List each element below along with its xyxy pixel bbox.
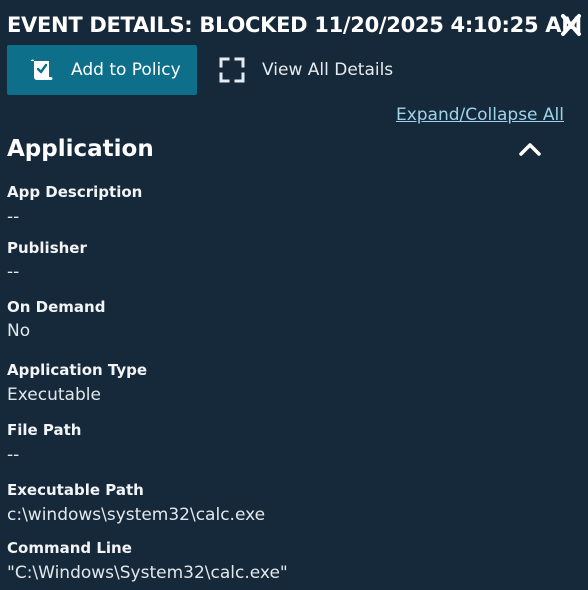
close-button[interactable] <box>560 12 582 38</box>
section-title: Application <box>7 136 154 162</box>
field-label-application-type: Application Type <box>7 361 148 379</box>
field-label-on-demand: On Demand <box>7 298 106 316</box>
event-details-header: EVENT DETAILS: BLOCKED 11/20/2025 4:10:2… <box>7 10 582 40</box>
field-label-app-description: App Description <box>7 183 143 201</box>
add-to-policy-button[interactable]: Add to Policy <box>7 45 197 95</box>
field-value-on-demand: No <box>7 321 31 341</box>
expand-corners-icon <box>219 57 245 83</box>
field-value-application-type: Executable <box>7 385 101 405</box>
field-value-executable-path: c:\windows\system32\calc.exe <box>7 505 266 525</box>
view-all-details-label: View All Details <box>262 60 394 80</box>
application-section-header: Application <box>7 132 547 166</box>
field-label-command-line: Command Line <box>7 539 132 557</box>
view-all-details-button[interactable]: View All Details <box>217 45 417 95</box>
collapse-section-button[interactable] <box>519 139 541 159</box>
field-label-publisher: Publisher <box>7 239 87 257</box>
page-title: EVENT DETAILS: BLOCKED 11/20/2025 4:10:2… <box>7 13 582 37</box>
policy-scroll-check-icon <box>29 58 55 82</box>
field-value-app-description: -- <box>7 207 20 227</box>
chevron-up-icon <box>519 143 541 156</box>
toolbar: Add to Policy View All Details <box>7 45 567 95</box>
close-icon <box>561 14 581 36</box>
expand-collapse-all-link[interactable]: Expand/Collapse All <box>396 103 564 127</box>
field-value-command-line: "C:\Windows\System32\calc.exe" <box>7 563 288 583</box>
add-to-policy-label: Add to Policy <box>71 60 181 80</box>
field-value-publisher: -- <box>7 262 20 282</box>
field-value-file-path: -- <box>7 445 20 465</box>
field-label-file-path: File Path <box>7 421 82 439</box>
field-label-executable-path: Executable Path <box>7 481 144 499</box>
